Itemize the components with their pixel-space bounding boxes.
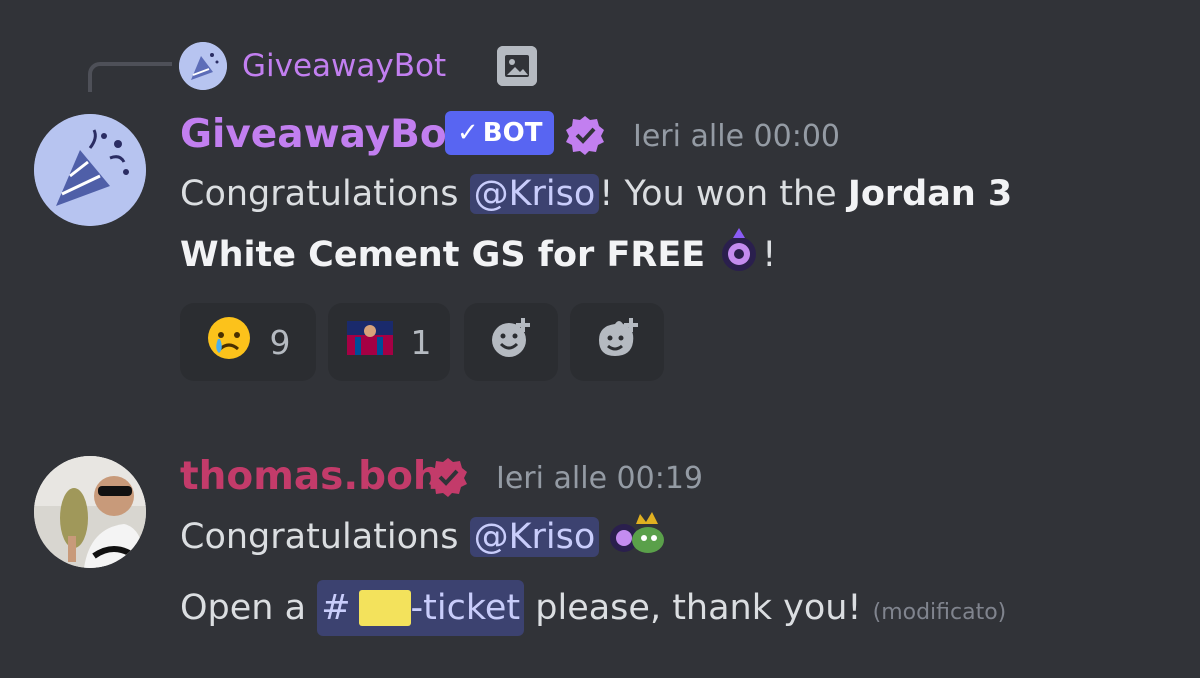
- reaction-messi[interactable]: 1: [328, 303, 450, 381]
- message-line-1: Congratulations @Kriso! You won the Jord…: [180, 168, 1012, 220]
- verified-badge-icon: [427, 456, 469, 498]
- add-reaction-button[interactable]: [464, 303, 558, 381]
- channel-name: -ticket: [410, 588, 521, 628]
- prize-name-bold: White Cement GS for FREE: [180, 235, 706, 275]
- reaction-count: 1: [410, 322, 432, 362]
- messi-image-icon: [346, 321, 393, 363]
- ticket-emoji-icon: [358, 590, 411, 626]
- reply-connector: [88, 62, 172, 92]
- user-mention[interactable]: @Kriso: [469, 174, 600, 214]
- verified-badge-icon: [564, 114, 606, 156]
- channel-mention[interactable]: # -ticket: [317, 580, 525, 636]
- message-text: !: [762, 235, 777, 275]
- reply-username[interactable]: GiveawayBot: [242, 42, 446, 90]
- reaction-crying[interactable]: 9: [180, 303, 316, 381]
- reaction-count: 9: [269, 322, 291, 362]
- prize-name-bold: Jordan 3: [847, 174, 1013, 214]
- check-icon: ✓: [457, 118, 479, 148]
- reply-avatar[interactable]: [179, 42, 227, 90]
- message-text: Open a: [180, 588, 318, 628]
- message-timestamp: Ieri alle 00:19: [496, 461, 704, 496]
- message-line-2: White Cement GS for FREE !: [180, 228, 776, 281]
- add-super-reaction-button[interactable]: [570, 303, 664, 381]
- crying-face-icon: [206, 315, 252, 369]
- message-username[interactable]: thomas.boh: [180, 450, 441, 504]
- message-text: Congratulations: [180, 174, 470, 214]
- message-text: please, thank you!: [524, 588, 862, 628]
- message-line-1: Congratulations @Kriso: [180, 510, 666, 563]
- giveawaybot-avatar[interactable]: [34, 114, 146, 226]
- party-emoji-icon[interactable]: [716, 228, 762, 274]
- message-text: Congratulations: [180, 517, 470, 557]
- image-icon: [497, 46, 537, 86]
- message-username[interactable]: GiveawayBot: [180, 108, 465, 162]
- channel-hash-icon: #: [321, 588, 351, 628]
- add-reaction-icon: [487, 314, 535, 370]
- super-reaction-icon: [593, 314, 641, 370]
- message-text: ! You won the: [599, 174, 848, 214]
- thomas-avatar[interactable]: [34, 456, 146, 568]
- bot-tag-label: BOT: [482, 118, 543, 148]
- message-line-2: Open a # -ticket please, thank you! (modi…: [180, 580, 1006, 639]
- pepe-king-emoji-icon[interactable]: [610, 510, 666, 556]
- message-timestamp: Ieri alle 00:00: [633, 119, 841, 154]
- user-mention[interactable]: @Kriso: [469, 517, 600, 557]
- edited-label: (modificato): [872, 600, 1007, 625]
- bot-tag: ✓ BOT: [445, 111, 555, 155]
